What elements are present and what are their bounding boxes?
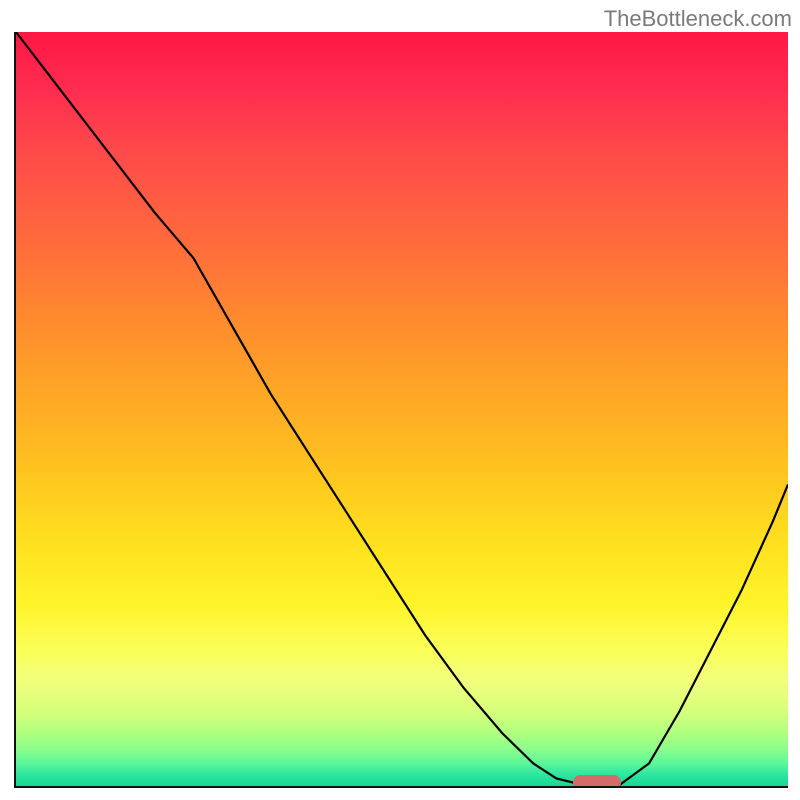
bottleneck-curve	[16, 32, 788, 786]
plot-area	[14, 32, 788, 788]
watermark-text: TheBottleneck.com	[604, 6, 792, 32]
chart-stage: TheBottleneck.com	[0, 0, 800, 800]
optimal-marker	[573, 775, 621, 788]
curve-path	[16, 32, 788, 786]
